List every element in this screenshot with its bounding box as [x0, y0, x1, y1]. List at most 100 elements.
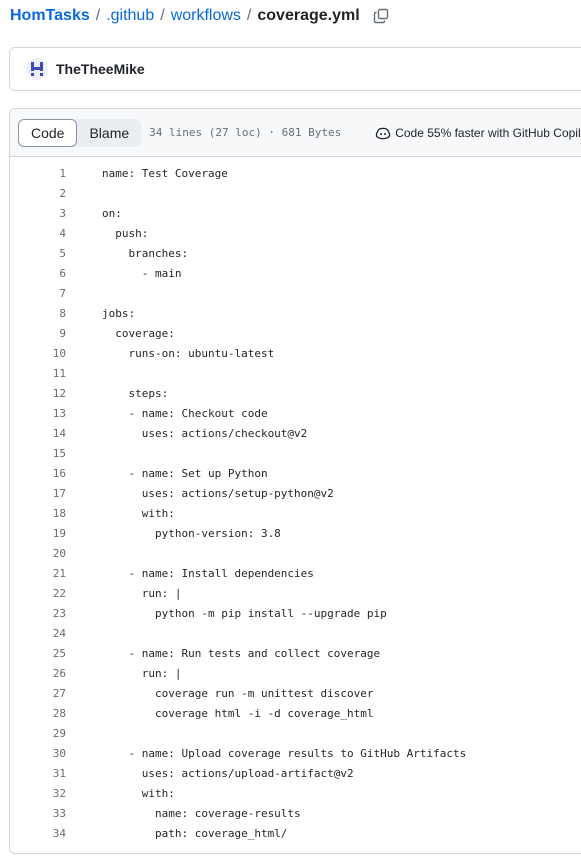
- line-content: run: |: [102, 666, 182, 680]
- code-line: 31 uses: actions/upload-artifact@v2: [10, 763, 581, 783]
- code-line: 30 - name: Upload coverage results to Gi…: [10, 743, 581, 763]
- line-content: run: |: [102, 586, 182, 600]
- line-content: with:: [102, 506, 175, 520]
- line-number[interactable]: 15: [10, 447, 66, 460]
- line-content: uses: actions/checkout@v2: [102, 426, 308, 440]
- line-content: - main: [102, 266, 182, 280]
- line-number[interactable]: 3: [10, 207, 66, 220]
- breadcrumb-repo-link[interactable]: HomTasks: [10, 7, 90, 25]
- line-number[interactable]: 12: [10, 387, 66, 400]
- line-number[interactable]: 22: [10, 587, 66, 600]
- line-number[interactable]: 27: [10, 687, 66, 700]
- line-number[interactable]: 25: [10, 647, 66, 660]
- code-line: 9 coverage:: [10, 323, 581, 343]
- line-number[interactable]: 2: [10, 187, 66, 200]
- tab-code[interactable]: Code: [18, 118, 78, 147]
- code-line: 19 python-version: 3.8: [10, 523, 581, 543]
- line-number[interactable]: 19: [10, 527, 66, 540]
- breadcrumb: HomTasks / .github / workflows / coverag…: [10, 4, 390, 28]
- line-number[interactable]: 18: [10, 507, 66, 520]
- line-number[interactable]: 24: [10, 627, 66, 640]
- line-number[interactable]: 13: [10, 407, 66, 420]
- line-content: - name: Checkout code: [102, 406, 268, 420]
- code-line: 27 coverage run -m unittest discover: [10, 683, 581, 703]
- line-number[interactable]: 21: [10, 567, 66, 580]
- line-number[interactable]: 28: [10, 707, 66, 720]
- line-content: python -m pip install --upgrade pip: [102, 606, 387, 620]
- code-line: 5 branches:: [10, 243, 581, 263]
- avatar[interactable]: [26, 58, 48, 80]
- breadcrumb-separator: /: [160, 7, 165, 24]
- code-line: 28 coverage html -i -d coverage_html: [10, 703, 581, 723]
- copilot-icon: [376, 127, 391, 139]
- code-line: 1 name: Test Coverage: [10, 163, 581, 183]
- line-number[interactable]: 7: [10, 287, 66, 300]
- code-line: 34 path: coverage_html/: [10, 823, 581, 843]
- line-number[interactable]: 20: [10, 547, 66, 560]
- line-content: - name: Run tests and collect coverage: [102, 646, 381, 660]
- line-number[interactable]: 10: [10, 347, 66, 360]
- file-header: Code Blame 34 lines (27 loc) · 681 Bytes…: [10, 109, 581, 157]
- line-content: uses: actions/setup-python@v2: [102, 486, 334, 500]
- file-info: 34 lines (27 loc) · 681 Bytes: [149, 126, 342, 139]
- code-line: 16 - name: Set up Python: [10, 463, 581, 483]
- code-line: 21 - name: Install dependencies: [10, 563, 581, 583]
- line-content: - name: Upload coverage results to GitHu…: [102, 746, 467, 760]
- copilot-promo-link[interactable]: Code 55% faster with GitHub Copilot: [375, 125, 581, 141]
- code-line: 18 with:: [10, 503, 581, 523]
- code-line: 13 - name: Checkout code: [10, 403, 581, 423]
- line-number[interactable]: 4: [10, 227, 66, 240]
- line-number[interactable]: 32: [10, 787, 66, 800]
- line-number[interactable]: 11: [10, 367, 66, 380]
- line-content: name: Test Coverage: [102, 166, 228, 180]
- code-line: 29: [10, 723, 581, 743]
- breadcrumb-separator: /: [246, 7, 252, 24]
- view-toggle: Code Blame: [18, 118, 142, 147]
- copy-path-button[interactable]: [372, 7, 390, 25]
- line-number[interactable]: 6: [10, 267, 66, 280]
- line-content: with:: [102, 786, 175, 800]
- line-content: coverage html -i -d coverage_html: [102, 706, 374, 720]
- line-number[interactable]: 29: [10, 727, 66, 740]
- line-number[interactable]: 33: [10, 807, 66, 820]
- code-line: 23 python -m pip install --upgrade pip: [10, 603, 581, 623]
- code-line: 2: [10, 183, 581, 203]
- breadcrumb-current-file: coverage.yml: [257, 7, 360, 24]
- code-line: 33 name: coverage-results: [10, 803, 581, 823]
- line-number[interactable]: 17: [10, 487, 66, 500]
- copy-icon: [373, 8, 388, 24]
- commit-author-link[interactable]: TheTheeMike: [56, 61, 145, 77]
- code-line: 6 - main: [10, 263, 581, 283]
- breadcrumb-github-link[interactable]: .github: [106, 7, 154, 25]
- line-number[interactable]: 23: [10, 607, 66, 620]
- code-line: 17 uses: actions/setup-python@v2: [10, 483, 581, 503]
- breadcrumb-workflows-link[interactable]: workflows: [171, 7, 241, 25]
- line-number[interactable]: 31: [10, 767, 66, 780]
- line-number[interactable]: 5: [10, 247, 66, 260]
- line-number[interactable]: 9: [10, 327, 66, 340]
- line-number[interactable]: 30: [10, 747, 66, 760]
- copilot-promo-text: Code 55% faster with GitHub Copilot: [395, 125, 581, 140]
- line-number[interactable]: 34: [10, 827, 66, 840]
- line-content: uses: actions/upload-artifact@v2: [102, 766, 354, 780]
- line-content: path: coverage_html/: [102, 826, 288, 840]
- tab-blame[interactable]: Blame: [77, 119, 141, 147]
- line-number[interactable]: 8: [10, 307, 66, 320]
- line-number[interactable]: 26: [10, 667, 66, 680]
- code-line: 25 - name: Run tests and collect coverag…: [10, 643, 581, 663]
- latest-commit-bar: TheTheeMike: [9, 47, 581, 91]
- code-line: 3 on:: [10, 203, 581, 223]
- code-line: 14 uses: actions/checkout@v2: [10, 423, 581, 443]
- line-content: name: coverage-results: [102, 806, 301, 820]
- line-content: coverage run -m unittest discover: [102, 686, 374, 700]
- code-line: 20: [10, 543, 581, 563]
- line-number[interactable]: 16: [10, 467, 66, 480]
- code-line: 12 steps:: [10, 383, 581, 403]
- line-number[interactable]: 14: [10, 427, 66, 440]
- line-content: coverage:: [102, 326, 175, 340]
- line-content: push:: [102, 226, 149, 240]
- code-line: 10 runs-on: ubuntu-latest: [10, 343, 581, 363]
- code-line: 8 jobs:: [10, 303, 581, 323]
- line-content: jobs:: [102, 306, 136, 320]
- line-number[interactable]: 1: [10, 167, 66, 180]
